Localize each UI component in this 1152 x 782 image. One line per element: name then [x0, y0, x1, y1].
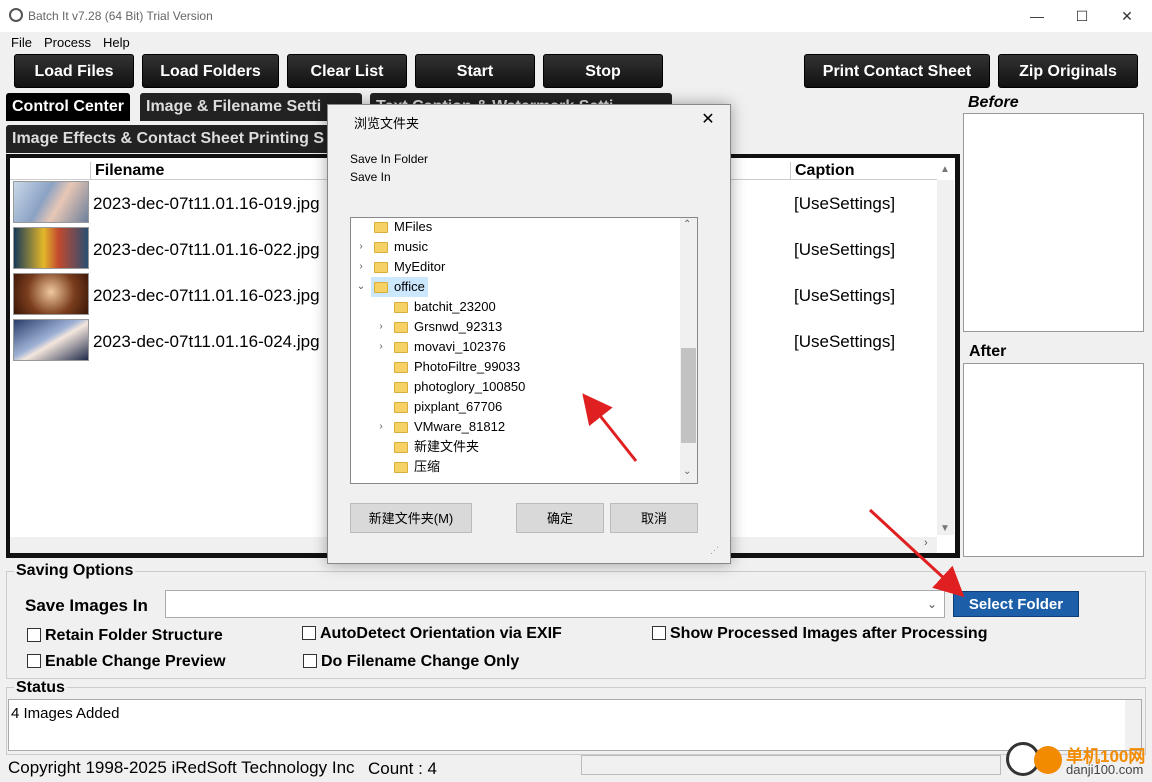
watermark-url: danji100.com	[1066, 762, 1144, 777]
annotation-arrow-tree	[582, 393, 638, 462]
annotation-arrow-select-folder	[868, 508, 965, 598]
annotation-arrows	[582, 393, 965, 598]
watermark-logo-icon	[1034, 746, 1062, 774]
